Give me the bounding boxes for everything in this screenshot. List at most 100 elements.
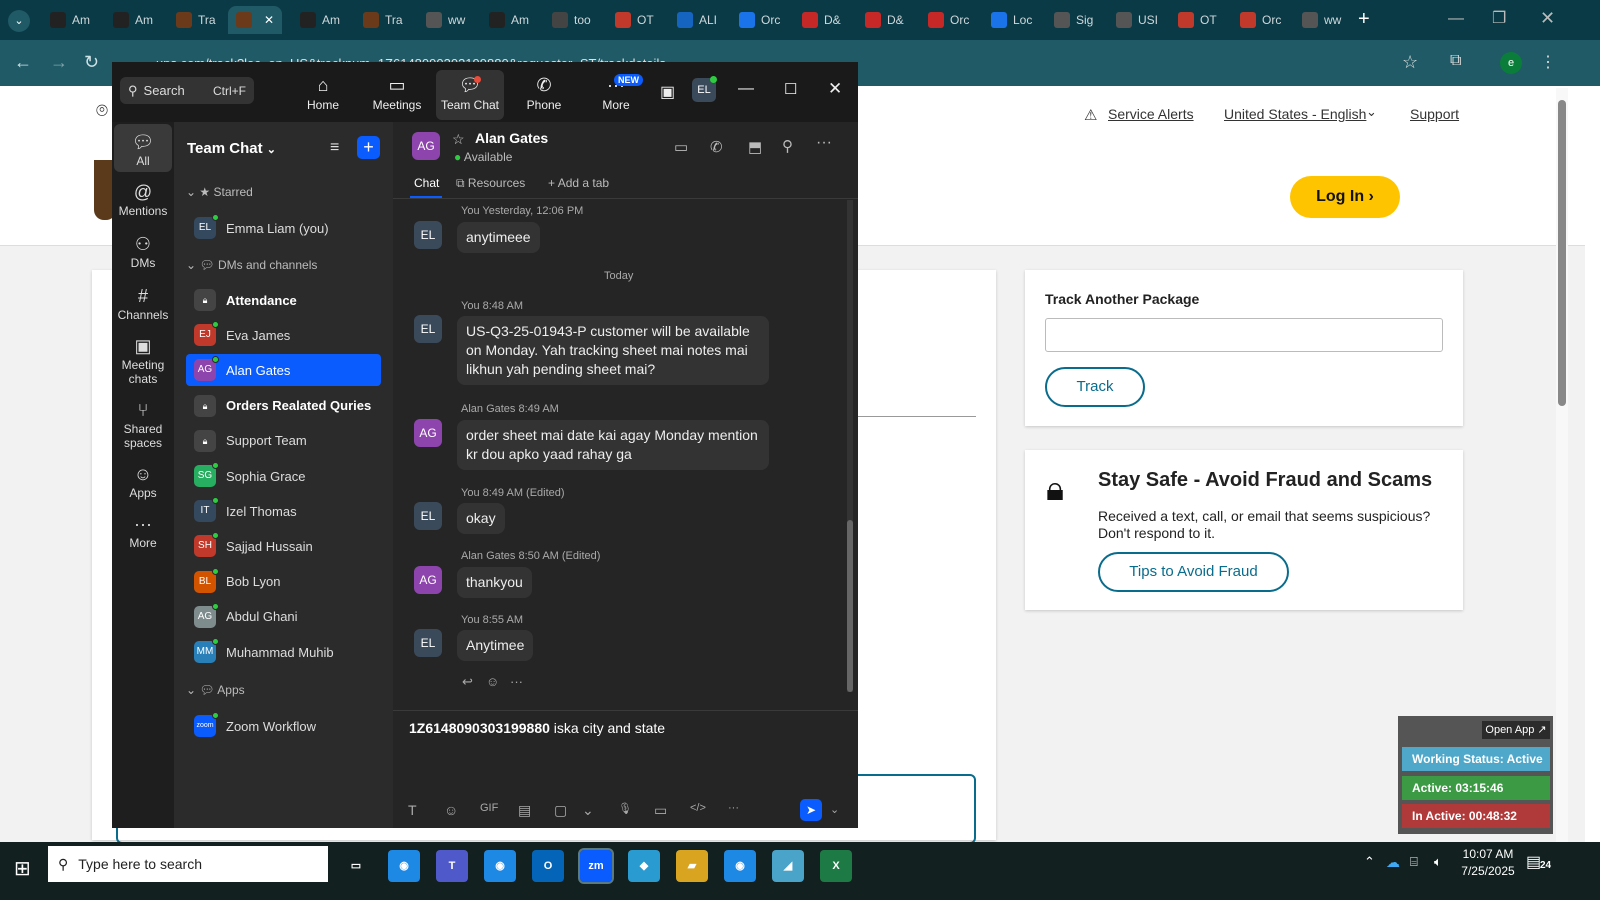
compose-input[interactable]: 1Z6148090303199880 iska city and state	[409, 720, 839, 736]
browser-tab[interactable]: ALI	[669, 6, 725, 34]
maximize-icon[interactable]: ☐	[784, 80, 797, 98]
notification-icon[interactable]: ▤	[1526, 852, 1541, 872]
file-explorer-icon[interactable]: ▰	[676, 850, 708, 882]
send-options-chevron-icon[interactable]: ⌄	[830, 803, 839, 816]
search-icon[interactable]: ⚲	[782, 137, 793, 155]
open-app-button[interactable]: Open App ↗	[1482, 721, 1550, 739]
starred-section[interactable]: ⌄ ★ Starred	[186, 185, 253, 199]
login-button[interactable]: Log In ›	[1290, 176, 1400, 218]
text-format-icon[interactable]: T	[408, 802, 417, 818]
task-view-icon[interactable]: ▭	[340, 850, 372, 882]
message-bubble[interactable]: Anytimee	[457, 630, 534, 661]
rail-item-mentions[interactable]: @ Mentions	[112, 182, 174, 218]
dms-section[interactable]: ⌄ 💬︎ DMs and channels	[186, 258, 317, 272]
sidebar-item-me[interactable]: EL Emma Liam (you)	[186, 212, 381, 244]
rail-item-shared-spaces[interactable]: ⑂ Shared spaces	[112, 400, 174, 450]
sidebar-title[interactable]: Team Chat ⌄	[187, 140, 276, 157]
restore-browser-button[interactable]: ❐	[1492, 8, 1506, 28]
more-options-icon[interactable]: ···	[816, 134, 832, 152]
language-link[interactable]: United States - English	[1224, 106, 1366, 122]
message-bubble[interactable]: anytimeee	[457, 222, 540, 253]
share-screen-icon[interactable]: ⬒	[748, 138, 762, 156]
sidebar-item-abdul-ghani[interactable]: AG Abdul Ghani	[186, 601, 381, 633]
tips-fraud-button[interactable]: Tips to Avoid Fraud	[1098, 552, 1289, 592]
calendar-icon[interactable]: ▣	[660, 82, 675, 102]
support-link[interactable]: Support	[1410, 106, 1459, 122]
emoji-icon[interactable]: ☺	[444, 802, 458, 818]
message-avatar[interactable]: AG	[414, 566, 442, 594]
app-icon[interactable]: ◆	[628, 850, 660, 882]
browser-tab[interactable]: Am	[481, 6, 537, 34]
service-alerts-link[interactable]: Service Alerts	[1108, 106, 1194, 122]
video-message-icon[interactable]: ▭	[654, 802, 667, 819]
add-button[interactable]: +	[357, 136, 380, 159]
rail-item-dms[interactable]: ⚇ DMs	[112, 234, 174, 270]
chat-scrollbar-thumb[interactable]	[847, 520, 853, 692]
sidebar-item-support-team[interactable]: 🔒︎ Support Team	[186, 425, 381, 457]
track-button[interactable]: Track	[1045, 367, 1145, 407]
volume-icon[interactable]: 🔈︎	[1434, 854, 1442, 870]
forward-icon[interactable]: →	[50, 52, 68, 73]
browser-tab[interactable]: Orc	[731, 6, 788, 34]
message-avatar[interactable]: EL	[414, 315, 442, 343]
sidebar-item-zoom-workflow[interactable]: zoom Zoom Workflow	[186, 710, 381, 742]
rail-item-more[interactable]: ··· More	[112, 514, 174, 550]
rail-item-all[interactable]: 💬︎ All	[112, 132, 174, 168]
browser-tab[interactable]: Am	[292, 6, 348, 34]
send-button[interactable]: ➤	[800, 799, 822, 821]
sidebar-item-alan-gates[interactable]: AG Alan Gates	[186, 354, 381, 387]
message-more-icon[interactable]: ···	[510, 674, 523, 689]
bookmark-star-icon[interactable]: ☆	[1402, 52, 1418, 73]
network-icon[interactable]: ⌸	[1410, 854, 1418, 870]
teams-icon[interactable]: T	[436, 850, 468, 882]
browser-tab[interactable]: Am	[42, 6, 98, 34]
message-bubble[interactable]: US-Q3-25-01943-P customer will be availa…	[457, 316, 769, 385]
page-scrollbar-thumb[interactable]	[1558, 100, 1566, 406]
zoom-search-box[interactable]: ⚲ Search Ctrl+F	[120, 77, 254, 104]
browser-tab[interactable]: Tra	[355, 6, 411, 34]
message-bubble[interactable]: thankyou	[457, 567, 532, 598]
file-icon[interactable]: ▤	[518, 802, 531, 819]
audio-message-icon[interactable]: 🎙︎	[618, 802, 632, 815]
sidebar-item-sajjad-hussain[interactable]: SH Sajjad Hussain	[186, 530, 381, 562]
chevron-down-icon[interactable]: ⌄	[1366, 104, 1377, 120]
close-browser-button[interactable]: ✕	[1540, 8, 1555, 29]
tab-search-button[interactable]: ⌄	[8, 10, 30, 32]
browser-tab[interactable]: D&	[794, 6, 849, 34]
browser-menu-icon[interactable]: ⋮	[1540, 52, 1556, 72]
browser-tab[interactable]: too	[544, 6, 599, 34]
close-icon[interactable]: ✕	[828, 79, 842, 99]
screenshot-icon[interactable]: ▢	[554, 802, 567, 819]
clock[interactable]: 10:07 AM 7/25/2025	[1458, 846, 1518, 880]
new-tab-button[interactable]: +	[1358, 8, 1370, 31]
nav-phone[interactable]: ✆ Phone	[514, 74, 574, 112]
profile-avatar[interactable]: e	[1500, 52, 1522, 74]
browser-tab[interactable]: Loc	[983, 6, 1040, 34]
contact-avatar[interactable]: AG	[412, 132, 440, 160]
nav-meetings[interactable]: ▭ Meetings	[367, 74, 427, 112]
onedrive-icon[interactable]: ☁	[1386, 854, 1400, 871]
rail-item-apps[interactable]: ☺ Apps	[112, 464, 174, 500]
message-avatar[interactable]: EL	[414, 221, 442, 249]
sidebar-item-eva-james[interactable]: EJ Eva James	[186, 319, 381, 351]
message-avatar[interactable]: EL	[414, 629, 442, 657]
message-avatar[interactable]: EL	[414, 502, 442, 530]
message-bubble[interactable]: order sheet mai date kai agay Monday men…	[457, 420, 769, 470]
reply-icon[interactable]: ↩	[462, 674, 473, 690]
sidebar-item-sophia-grace[interactable]: SG Sophia Grace	[186, 460, 381, 492]
zoom-taskbar-icon[interactable]: zm	[578, 848, 614, 884]
tab-add[interactable]: + Add a tab	[548, 176, 609, 190]
tray-chevron-icon[interactable]: ⌃	[1364, 854, 1375, 870]
browser-tab[interactable]: Orc	[920, 6, 977, 34]
chrome-icon[interactable]: ◉	[484, 850, 516, 882]
browser-tab[interactable]: Tra	[168, 6, 224, 34]
browser-tab[interactable]: ww	[1294, 6, 1349, 34]
browser-tab[interactable]: Am	[105, 6, 161, 34]
sidebar-item-muhammad-muhib[interactable]: MM Muhammad Muhib	[186, 636, 381, 668]
nav-team-chat[interactable]: 💬︎ Team Chat	[440, 74, 500, 112]
chrome-icon[interactable]: ◉	[388, 850, 420, 882]
minimize-icon[interactable]: —	[738, 80, 754, 98]
taskbar-search-box[interactable]: ⚲ Type here to search	[48, 846, 328, 882]
more-tools-icon[interactable]: ···	[728, 802, 739, 814]
star-icon[interactable]: ☆	[452, 131, 465, 148]
